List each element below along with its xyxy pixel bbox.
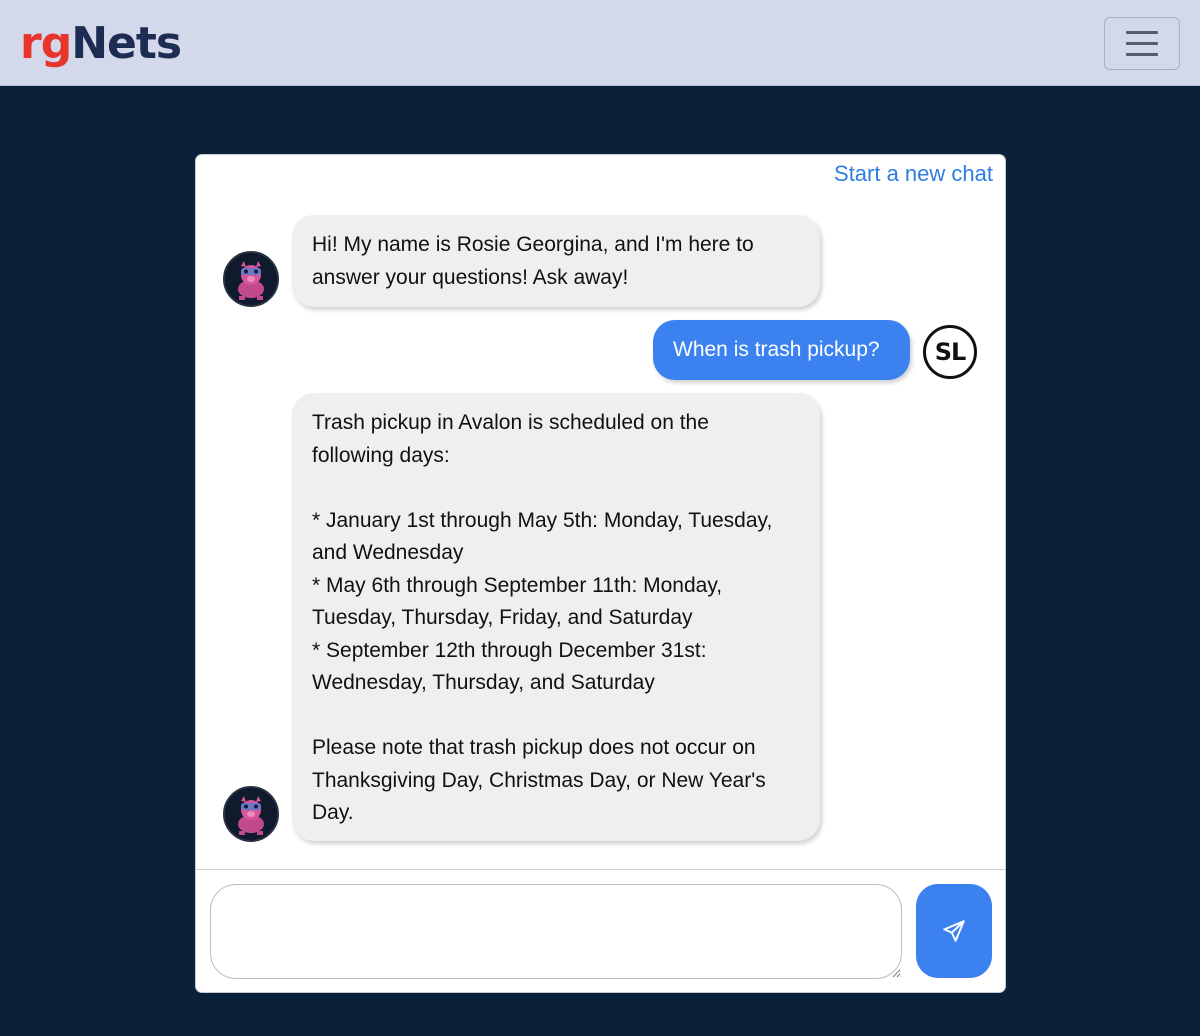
chat-panel: Start a new chat Hi! My name is Rosie Ge… — [195, 154, 1006, 993]
start-new-chat-link[interactable]: Start a new chat — [834, 161, 993, 187]
message-composer — [196, 869, 1005, 992]
user-avatar: SL — [923, 325, 977, 379]
pig-robot-avatar-icon — [223, 786, 279, 842]
message-text: Hi! My name is Rosie Georgina, and I'm h… — [312, 233, 754, 289]
message-text: Trash pickup in Avalon is scheduled on t… — [312, 411, 773, 824]
send-button[interactable] — [916, 884, 992, 978]
rgnets-logo[interactable]: rg Nets — [20, 18, 182, 69]
logo-rg: rg — [20, 18, 72, 69]
menu-toggle-button[interactable] — [1104, 17, 1180, 70]
logo-nets: Nets — [71, 18, 182, 69]
user-message-bubble: When is trash pickup? — [653, 320, 910, 380]
pig-robot-avatar-icon — [223, 251, 279, 307]
message-text: When is trash pickup? — [673, 338, 880, 361]
bot-message-bubble: Trash pickup in Avalon is scheduled on t… — [292, 393, 820, 841]
message-input[interactable] — [210, 884, 902, 979]
bot-message-bubble: Hi! My name is Rosie Georgina, and I'm h… — [292, 215, 820, 307]
navbar: rg Nets — [0, 0, 1200, 86]
paper-plane-icon — [943, 920, 965, 942]
user-initials: SL — [934, 338, 967, 366]
hamburger-menu-icon — [1126, 31, 1158, 34]
